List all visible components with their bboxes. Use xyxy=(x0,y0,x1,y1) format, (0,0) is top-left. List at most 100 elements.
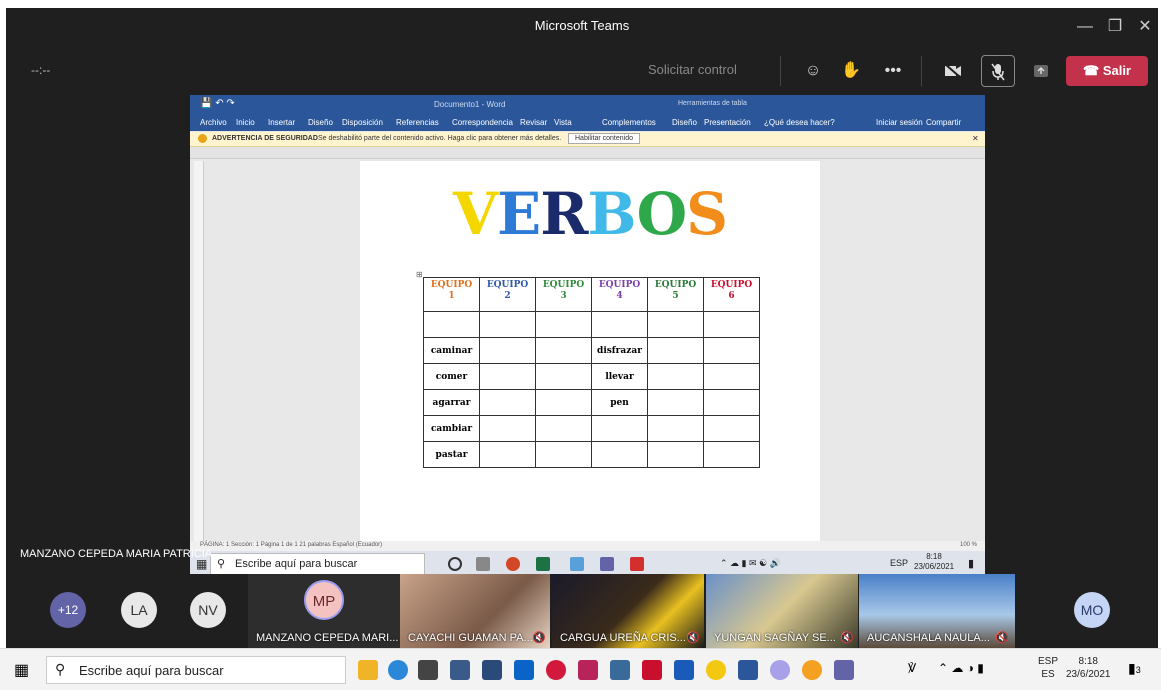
table-cell[interactable] xyxy=(479,441,536,468)
teams-icon[interactable] xyxy=(834,660,854,680)
table-cell[interactable]: pastar xyxy=(423,441,480,468)
tray-icons[interactable]: ⌃ ☁ ◑ ▮ xyxy=(938,661,984,675)
table-header-cell[interactable]: EQUIPO 2 xyxy=(479,277,536,312)
app-icon[interactable] xyxy=(610,660,630,680)
more-participants-button[interactable]: +12 xyxy=(50,592,86,628)
table-cell[interactable] xyxy=(535,337,592,364)
request-control-button[interactable]: Solicitar control xyxy=(648,62,737,77)
ribbon-tab[interactable]: Correspondencia xyxy=(452,118,513,127)
zoom-level[interactable]: 100 % xyxy=(960,542,977,548)
camera-off-icon[interactable] xyxy=(936,55,970,87)
table-cell[interactable]: llevar xyxy=(591,363,648,390)
clock[interactable]: 8:18 23/6/2021 xyxy=(1066,655,1111,681)
table-cell[interactable] xyxy=(479,363,536,390)
minimize-icon[interactable]: — xyxy=(1068,12,1102,42)
participant-avatar[interactable]: MO xyxy=(1074,592,1110,628)
table-cell[interactable] xyxy=(647,389,704,416)
participant-tile[interactable]: MP MANZANO CEPEDA MARI... xyxy=(248,574,400,648)
participant-tile[interactable]: YUNGAN SAGÑAY SE... 🔇 xyxy=(706,574,858,648)
more-options-icon[interactable]: ••• xyxy=(876,55,910,87)
table-cell[interactable] xyxy=(647,311,704,338)
photos-icon[interactable] xyxy=(450,660,470,680)
table-cell[interactable] xyxy=(703,337,760,364)
participant-tile[interactable]: CAYACHI GUAMAN PA... 🔇 xyxy=(400,574,550,648)
netflix-icon[interactable] xyxy=(642,660,662,680)
horizontal-ruler[interactable] xyxy=(190,147,985,159)
table-header-cell[interactable]: EQUIPO 4 xyxy=(591,277,648,312)
table-cell[interactable] xyxy=(535,311,592,338)
ribbon-tab[interactable]: Archivo xyxy=(200,118,227,127)
table-header-cell[interactable]: EQUIPO 3 xyxy=(535,277,592,312)
reactions-icon[interactable]: ✋ xyxy=(834,55,868,87)
ribbon-tab[interactable]: Disposición xyxy=(342,118,383,127)
app-icon[interactable] xyxy=(770,660,790,680)
app-icon[interactable] xyxy=(802,660,822,680)
table-cell[interactable] xyxy=(703,389,760,416)
word-icon[interactable] xyxy=(738,660,758,680)
table-header-cell[interactable]: EQUIPO 1 xyxy=(423,277,480,312)
participant-avatar[interactable]: NV xyxy=(190,592,226,628)
table-cell[interactable] xyxy=(535,415,592,442)
table-cell[interactable]: caminar xyxy=(423,337,480,364)
file-explorer-icon[interactable] xyxy=(358,660,378,680)
ribbon-tab[interactable]: Diseño xyxy=(308,118,333,127)
table-cell[interactable] xyxy=(591,441,648,468)
table-cell[interactable]: comer xyxy=(423,363,480,390)
table-cell[interactable] xyxy=(479,415,536,442)
enable-content-button[interactable]: Habilitar contenido xyxy=(568,133,640,144)
share-button[interactable]: Compartir xyxy=(926,118,961,127)
participant-tile[interactable]: AUCANSHALA NAULA... 🔇 xyxy=(859,574,1015,648)
table-cell[interactable]: disfrazar xyxy=(591,337,648,364)
windows-start-icon[interactable]: ▦ xyxy=(14,660,29,680)
ribbon-tab[interactable]: Revisar xyxy=(520,118,547,127)
app-icon[interactable] xyxy=(578,660,598,680)
language-indicator[interactable]: ESP ES xyxy=(1038,655,1058,681)
table-cell[interactable] xyxy=(535,363,592,390)
table-cell[interactable] xyxy=(591,311,648,338)
app-icon[interactable] xyxy=(674,660,694,680)
app-icon[interactable] xyxy=(546,660,566,680)
participant-avatar[interactable]: LA xyxy=(121,592,157,628)
table-header-cell[interactable]: EQUIPO 6 xyxy=(703,277,760,312)
close-warning-icon[interactable]: ✕ xyxy=(972,134,979,143)
restore-icon[interactable]: ❐ xyxy=(1098,12,1132,42)
table-cell[interactable] xyxy=(479,389,536,416)
store-icon[interactable] xyxy=(418,660,438,680)
table-cell[interactable] xyxy=(703,363,760,390)
table-cell[interactable] xyxy=(591,415,648,442)
ribbon-tab[interactable]: Insertar xyxy=(268,118,295,127)
teams-table[interactable]: EQUIPO 1 EQUIPO 2 EQUIPO 3 EQUIPO 4 EQUIPO 5 EQUIP… xyxy=(423,277,760,468)
table-cell[interactable] xyxy=(479,311,536,338)
participants-icon[interactable]: ☺ xyxy=(796,55,830,87)
screen-capture-icon[interactable] xyxy=(482,660,502,680)
tell-me-box[interactable]: ¿Qué desea hacer? xyxy=(764,118,835,127)
mail-icon[interactable] xyxy=(514,660,534,680)
table-cell[interactable] xyxy=(647,441,704,468)
table-header-cell[interactable]: EQUIPO 5 xyxy=(647,277,704,312)
participant-tile[interactable]: CARGUA UREÑA CRIS... 🔇 xyxy=(552,574,704,648)
table-cell[interactable] xyxy=(423,311,480,338)
ribbon-tab[interactable]: Vista xyxy=(554,118,572,127)
table-cell[interactable] xyxy=(535,389,592,416)
share-tray-icon[interactable] xyxy=(1024,55,1058,87)
table-cell[interactable] xyxy=(647,337,704,364)
search-box[interactable]: ⚲ Escribe aquí para buscar xyxy=(46,656,346,684)
table-cell[interactable]: agarrar xyxy=(423,389,480,416)
table-cell[interactable] xyxy=(647,363,704,390)
signin-link[interactable]: Iniciar sesión xyxy=(876,118,923,127)
ribbon-tab[interactable]: Presentación xyxy=(704,118,751,127)
ribbon-tab[interactable]: Diseño xyxy=(672,118,697,127)
table-cell[interactable] xyxy=(479,337,536,364)
ribbon-tab[interactable]: Complementos xyxy=(602,118,656,127)
chrome-icon[interactable] xyxy=(706,660,726,680)
notification-icon[interactable]: ▮3 xyxy=(1128,660,1141,677)
table-cell[interactable] xyxy=(703,415,760,442)
document-page[interactable]: VERBOS ⊞ EQUIPO 1 EQUIPO 2 EQUIPO 3 EQUIPO 4 EQU… xyxy=(360,161,820,541)
mic-off-icon[interactable] xyxy=(981,55,1015,87)
table-cell[interactable] xyxy=(703,441,760,468)
table-cell[interactable] xyxy=(703,311,760,338)
vertical-ruler[interactable] xyxy=(194,161,204,541)
edge-icon[interactable] xyxy=(388,660,408,680)
ribbon-tab[interactable]: Inicio xyxy=(236,118,255,127)
table-cell[interactable] xyxy=(535,441,592,468)
